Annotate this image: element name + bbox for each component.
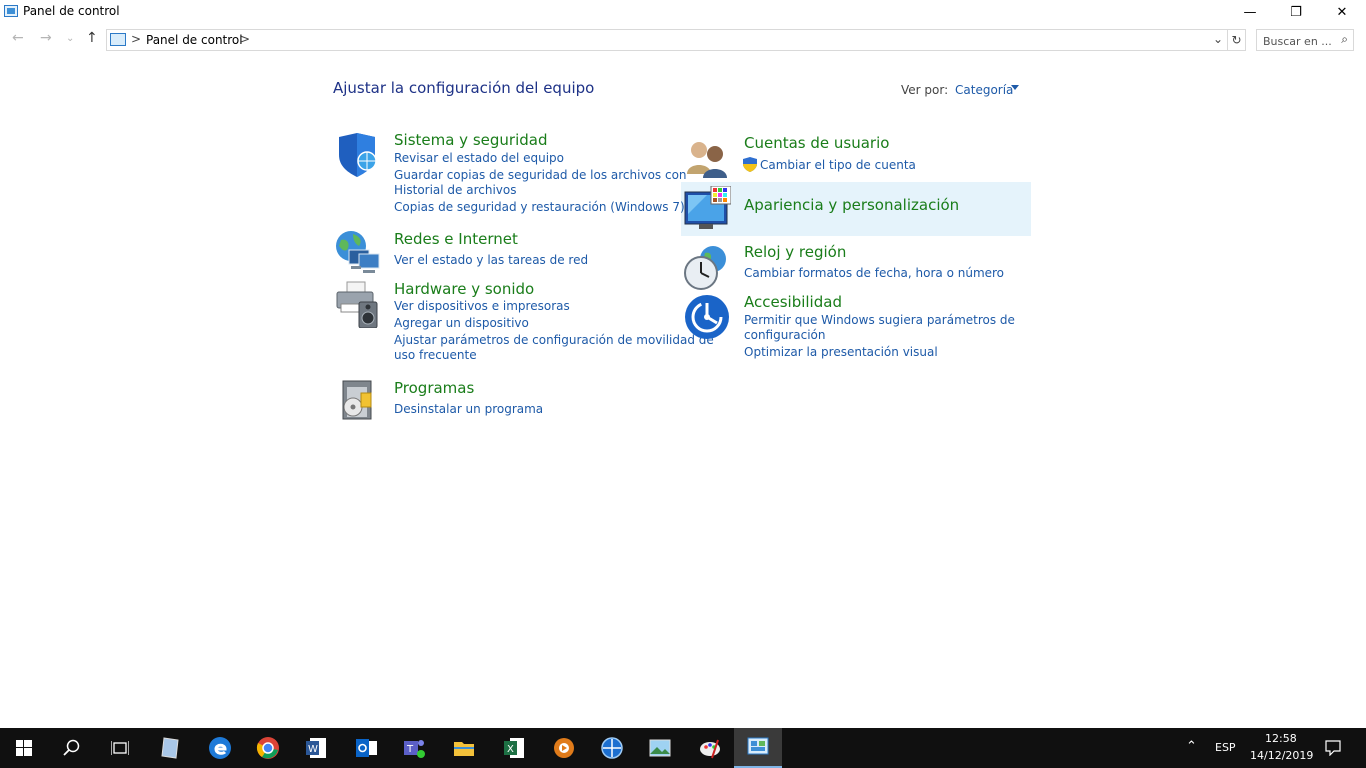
taskbar-app-excel[interactable]: X — [490, 728, 538, 768]
globe-network-icon[interactable] — [333, 228, 381, 276]
printer-speaker-icon[interactable] — [333, 280, 381, 328]
category-title-user-accounts[interactable]: Cuentas de usuario — [744, 134, 889, 152]
link-mobility-settings-cont[interactable]: uso frecuente — [394, 348, 477, 363]
link-change-account-type[interactable]: Cambiar el tipo de cuenta — [760, 158, 916, 173]
navigation-bar: ← → ⌄ ↑ > Panel de control > ⌄ ↻ ⌕ — [0, 27, 1366, 53]
category-title-clock-region[interactable]: Reloj y región — [744, 243, 846, 261]
category-title-programs[interactable]: Programas — [394, 379, 474, 397]
svg-text:X: X — [507, 744, 514, 755]
back-arrow-icon[interactable]: ← — [12, 30, 24, 46]
clock-time[interactable]: 12:58 — [1265, 732, 1297, 745]
folder-icon — [454, 742, 474, 756]
media-player-icon — [554, 738, 574, 758]
start-button[interactable] — [0, 728, 48, 768]
appearance-monitor-icon[interactable] — [683, 186, 731, 234]
minimize-button[interactable]: — — [1227, 0, 1273, 24]
taskbar-app-edge[interactable] — [196, 728, 244, 768]
forward-arrow-icon[interactable]: → — [40, 30, 52, 46]
taskbar-app-vlc[interactable] — [540, 728, 588, 768]
address-bar[interactable]: > Panel de control > ⌄ — [106, 29, 1228, 51]
search-icon — [63, 739, 80, 756]
link-optimize-visual[interactable]: Optimizar la presentación visual — [744, 345, 938, 360]
window-title: Panel de control — [23, 4, 120, 18]
taskbar-app-teams[interactable]: T — [390, 728, 438, 768]
taskbar-search-button[interactable] — [48, 728, 96, 768]
taskbar-app-paint[interactable] — [686, 728, 734, 768]
compass-icon — [601, 737, 623, 759]
dropdown-caret-icon[interactable] — [1011, 85, 1019, 90]
taskbar-app-outlook[interactable] — [342, 728, 390, 768]
category-title-network-internet[interactable]: Redes e Internet — [394, 230, 518, 248]
close-button[interactable]: ✕ — [1319, 0, 1365, 24]
link-network-status[interactable]: Ver el estado y las tareas de red — [394, 253, 588, 268]
outlook-icon — [356, 739, 377, 757]
tray-expand-chevron-icon[interactable]: ⌃ — [1186, 739, 1197, 754]
svg-text:W: W — [308, 744, 318, 755]
maximize-button[interactable]: ❐ — [1273, 0, 1319, 24]
chrome-icon — [256, 737, 279, 759]
link-review-status[interactable]: Revisar el estado del equipo — [394, 151, 564, 166]
taskbar-app-notepad[interactable] — [146, 728, 194, 768]
taskbar-app-file-explorer[interactable] — [440, 728, 488, 768]
category-title-accessibility[interactable]: Accesibilidad — [744, 293, 842, 311]
excel-icon: X — [504, 738, 524, 758]
clock-globe-icon[interactable] — [683, 243, 731, 291]
svg-text:T: T — [406, 744, 414, 755]
users-icon[interactable] — [683, 134, 731, 182]
breadcrumb-separator[interactable]: > — [240, 32, 250, 46]
breadcrumb-separator[interactable]: > — [131, 32, 141, 46]
taskbar-app-word[interactable]: W — [292, 728, 340, 768]
task-view-icon — [111, 741, 129, 755]
refresh-icon[interactable]: ↻ — [1228, 29, 1246, 51]
windows-logo-icon — [16, 740, 32, 756]
accessibility-icon[interactable] — [683, 293, 731, 341]
edge-icon — [209, 737, 231, 759]
programs-icon[interactable] — [333, 377, 381, 425]
recent-locations-chevron-icon[interactable]: ⌄ — [66, 33, 74, 44]
search-icon[interactable]: ⌕ — [1341, 32, 1348, 47]
page-title: Ajustar la configuración del equipo — [333, 79, 595, 97]
link-backup-files[interactable]: Guardar copias de seguridad de los archi… — [394, 168, 687, 183]
link-add-device[interactable]: Agregar un dispositivo — [394, 316, 529, 331]
uac-shield-icon — [743, 157, 757, 172]
link-backup-files-cont[interactable]: Historial de archivos — [394, 183, 517, 198]
link-windows-suggest-settings[interactable]: Permitir que Windows sugiera parámetros … — [744, 313, 1015, 328]
category-title-appearance[interactable]: Apariencia y personalización — [744, 196, 959, 214]
view-by-dropdown[interactable]: Categoría — [955, 83, 1013, 97]
shield-icon[interactable] — [333, 131, 381, 179]
taskbar-app-control-panel[interactable] — [734, 728, 782, 768]
view-by-label: Ver por: — [901, 83, 949, 97]
search-input[interactable] — [1263, 32, 1337, 51]
control-panel-icon — [110, 33, 126, 46]
taskbar-app-chrome[interactable] — [244, 728, 292, 768]
photos-icon — [649, 739, 671, 757]
control-panel-icon — [747, 737, 769, 755]
word-icon: W — [306, 738, 326, 758]
control-panel-icon — [4, 5, 18, 17]
taskbar-app-network[interactable] — [588, 728, 636, 768]
clock-date[interactable]: 14/12/2019 — [1250, 749, 1313, 762]
link-windows-suggest-settings-cont[interactable]: configuración — [744, 328, 826, 343]
taskbar-app-photos[interactable] — [636, 728, 684, 768]
paint-icon — [700, 739, 720, 759]
search-box[interactable]: ⌕ — [1256, 29, 1354, 51]
category-title-hardware-sound[interactable]: Hardware y sonido — [394, 280, 534, 298]
title-bar: Panel de control — ❐ ✕ — [0, 0, 1366, 24]
link-mobility-settings[interactable]: Ajustar parámetros de configuración de m… — [394, 333, 714, 348]
link-backup-restore[interactable]: Copias de seguridad y restauración (Wind… — [394, 200, 685, 215]
address-dropdown-icon[interactable]: ⌄ — [1213, 32, 1223, 46]
up-arrow-icon[interactable]: ↑ — [86, 30, 98, 46]
teams-icon: T — [404, 740, 425, 758]
link-uninstall-program[interactable]: Desinstalar un programa — [394, 402, 543, 417]
task-view-button[interactable] — [96, 728, 144, 768]
taskbar: W T X ⌃ ESP 12:58 14/12/2019 — [0, 728, 1366, 768]
breadcrumb-control-panel[interactable]: Panel de control — [146, 33, 243, 47]
notification-icon[interactable] — [1325, 740, 1341, 756]
link-devices-printers[interactable]: Ver dispositivos e impresoras — [394, 299, 570, 314]
language-indicator[interactable]: ESP — [1215, 741, 1236, 754]
link-date-time-formats[interactable]: Cambiar formatos de fecha, hora o número — [744, 266, 1004, 281]
category-title-system-security[interactable]: Sistema y seguridad — [394, 131, 547, 149]
notepad-icon — [161, 737, 179, 759]
